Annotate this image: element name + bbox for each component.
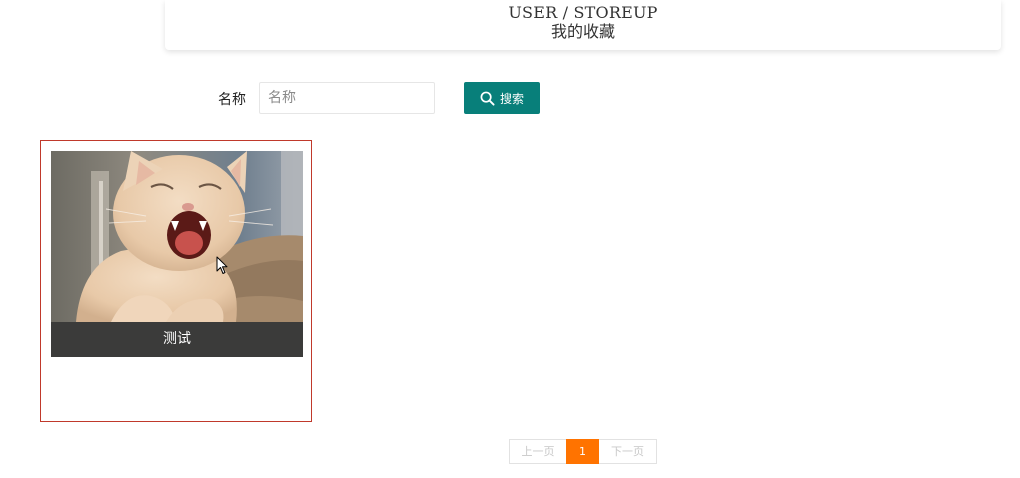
page: USER / STOREUP 我的收藏 名称 搜索: [0, 0, 1020, 478]
prev-page-button[interactable]: 上一页: [509, 439, 566, 464]
page-title: 我的收藏: [550, 22, 615, 41]
header-card: USER / STOREUP 我的收藏: [165, 0, 1001, 50]
pagination: 上一页 1 下一页: [509, 439, 657, 464]
item-caption: 测试: [51, 322, 303, 357]
next-page-button[interactable]: 下一页: [599, 439, 657, 464]
current-page-button[interactable]: 1: [566, 439, 599, 464]
favorite-item-card[interactable]: 测试: [40, 140, 312, 422]
search-input[interactable]: [259, 82, 435, 114]
search-button-label: 搜索: [499, 91, 524, 106]
breadcrumb: USER / STOREUP: [508, 3, 658, 22]
mouse-cursor-icon: [216, 256, 228, 274]
search-label: 名称: [218, 92, 246, 108]
cat-image: [51, 151, 303, 322]
search-icon: [480, 91, 495, 106]
search-button[interactable]: 搜索: [464, 82, 540, 114]
